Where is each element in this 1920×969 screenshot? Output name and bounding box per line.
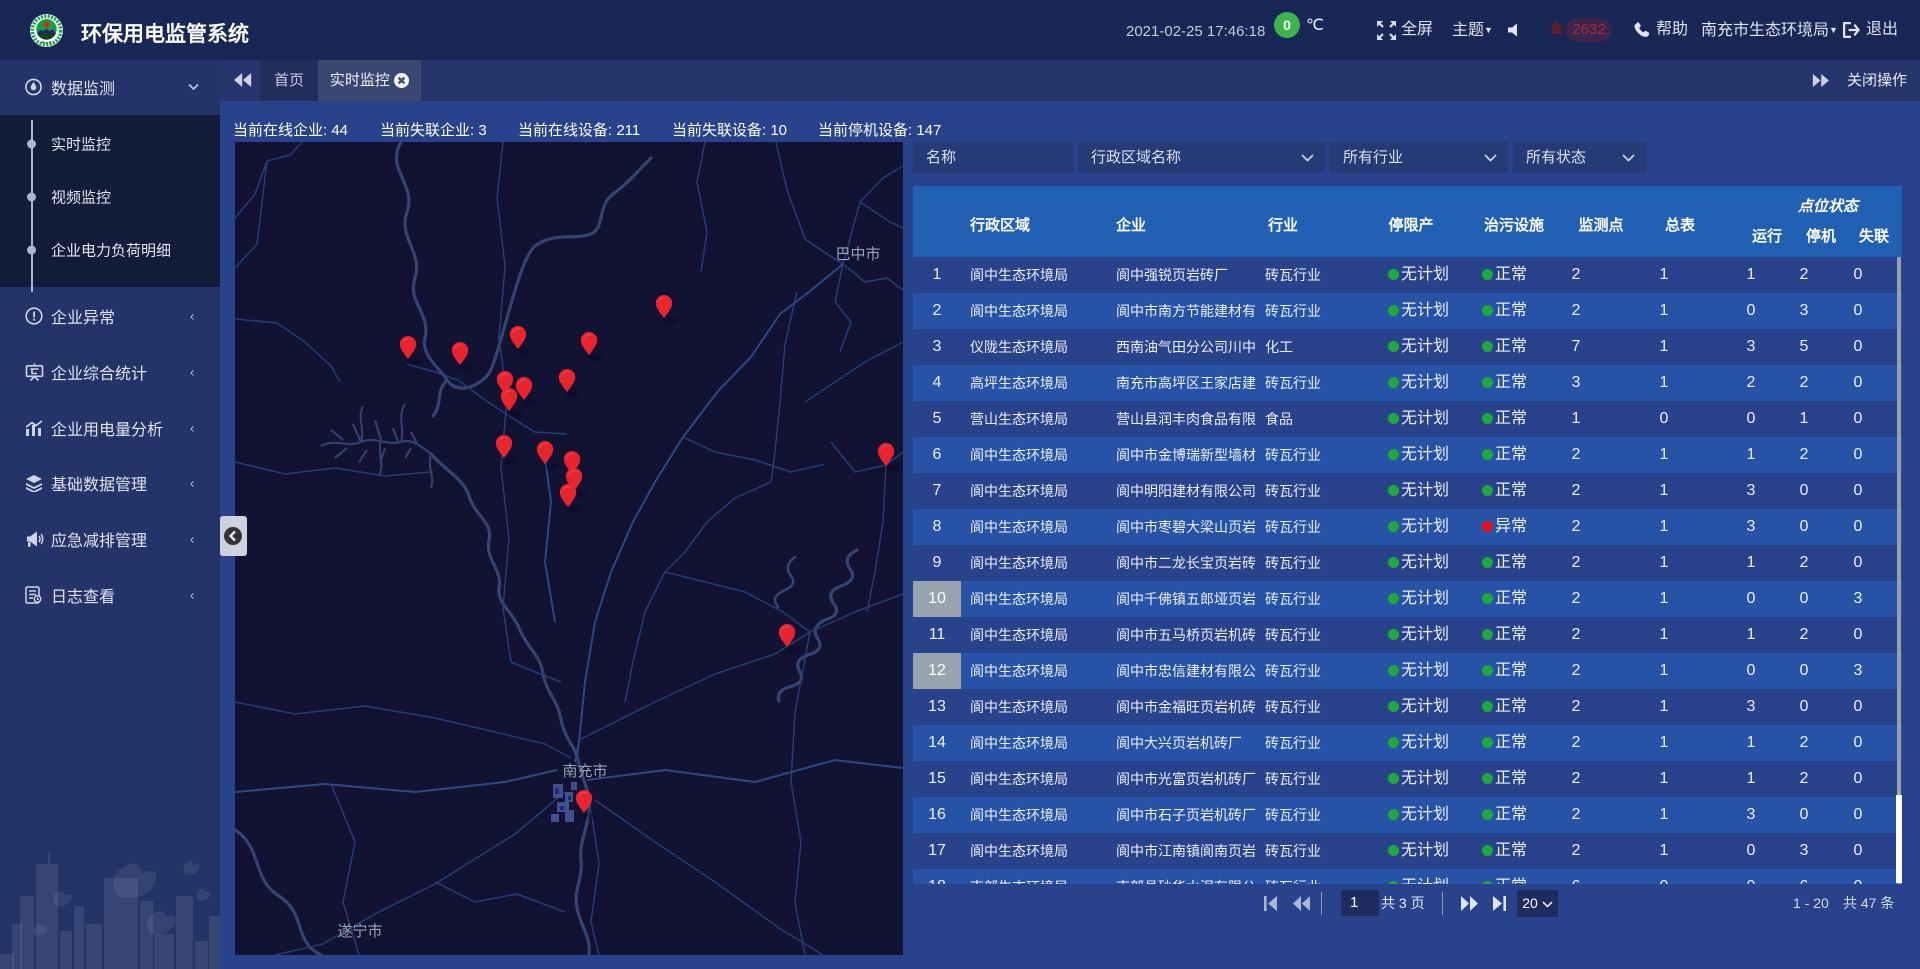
svg-text:巴中市: 巴中市 xyxy=(835,246,880,263)
svg-text:南充市: 南充市 xyxy=(562,763,607,780)
svg-text:遂宁市: 遂宁市 xyxy=(337,923,382,940)
